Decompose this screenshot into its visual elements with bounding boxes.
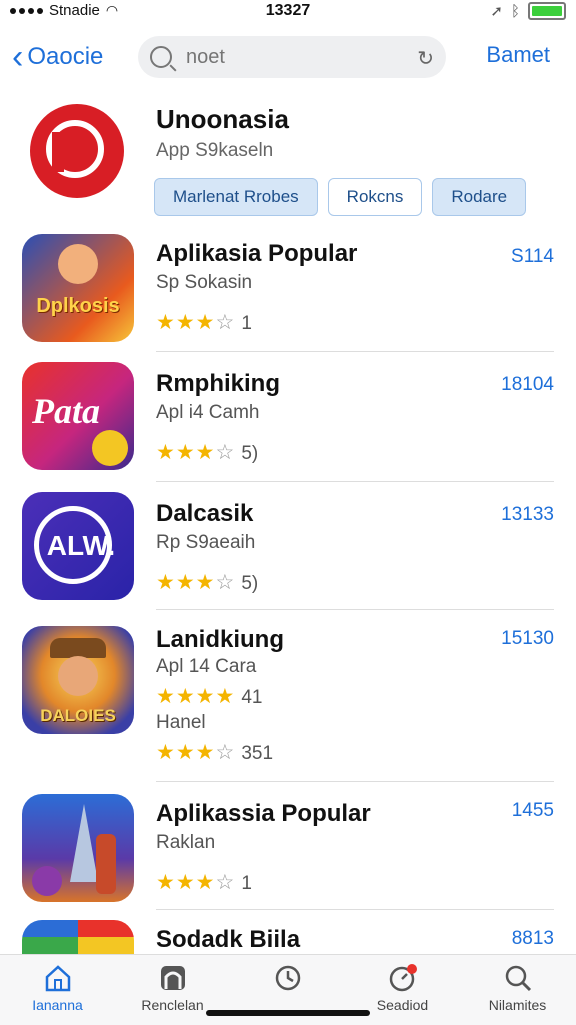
rating-stars: ★★★☆ 5) (156, 441, 259, 464)
tab-apps[interactable]: Renclelan (115, 961, 230, 1013)
chevron-left-icon: ‹ (12, 38, 24, 76)
bluetooth-icon: ᛒ (510, 2, 520, 20)
home-indicator (206, 1010, 370, 1016)
divider (156, 481, 554, 482)
price-button[interactable]: S114 (511, 246, 554, 268)
app-icon-text: Dplkosis (36, 295, 120, 317)
search-bar[interactable]: ↻ (138, 36, 446, 78)
app-subtitle: Apl 14 Cara (156, 656, 257, 677)
price-button[interactable]: 1455 (512, 800, 554, 822)
tab-label: Iananna (32, 997, 83, 1013)
app-icon-text: ALW. (46, 530, 116, 561)
apps-icon (158, 963, 188, 993)
app-subtitle: Raklan (156, 832, 216, 853)
nav-bar: ‹ Oaocie ↻ Bamet (0, 30, 576, 84)
app-name: Aplikasia Popular (156, 240, 358, 267)
divider (156, 351, 554, 352)
price-button[interactable]: 8813 (512, 928, 554, 950)
chip-1[interactable]: Marlenat Rrobes (154, 178, 318, 216)
nav-right-button[interactable]: Bamet (486, 42, 550, 68)
price-button[interactable]: 18104 (501, 374, 554, 396)
location-icon: ➚ (490, 3, 503, 20)
app-icon[interactable]: Pata (22, 362, 134, 470)
app-subtitle-2: Hanel (156, 712, 206, 733)
battery-icon (528, 2, 566, 20)
price-button[interactable]: 13133 (501, 504, 554, 526)
app-name: Rmphiking (156, 370, 280, 397)
app-icon-text: Pata (32, 391, 100, 431)
search-input[interactable] (184, 44, 408, 70)
app-icon-text: DALOIES (40, 706, 116, 725)
featured-title: Unoonasia (156, 104, 289, 134)
search-icon (503, 963, 533, 993)
rating-stars: ★★★★ 41 (156, 685, 263, 708)
tab-more[interactable]: Nilamites (460, 961, 575, 1013)
rating-stars: ★★★☆ 1 (156, 311, 252, 334)
app-name: Lanidkiung (156, 626, 284, 653)
divider (156, 781, 554, 782)
back-button[interactable]: ‹ Oaocie (12, 40, 103, 74)
app-subtitle: Sp Sokasin (156, 272, 253, 293)
app-subtitle: Apl i4 Camh (156, 402, 260, 423)
tab-home[interactable]: Iananna (0, 961, 115, 1013)
search-icon (150, 46, 172, 68)
home-icon (43, 963, 73, 993)
filter-chips: Marlenat Rrobes Rokcns Rodare (154, 178, 527, 216)
reload-icon[interactable]: ↻ (417, 46, 434, 71)
featured-app: Unoonasia App S9kaseln Marlenat Rrobes R… (0, 100, 576, 220)
rating-stars: ★★★☆ 5) (156, 571, 259, 594)
tab-search[interactable]: Seadiod (345, 961, 460, 1013)
app-icon[interactable]: ALW. (22, 492, 134, 600)
back-label: Oaocie (27, 43, 104, 70)
app-name: Sodadk Biila (156, 926, 301, 953)
chip-2[interactable]: Rokcns (327, 178, 423, 216)
price-button[interactable]: 15130 (501, 628, 554, 650)
status-right: ➚ ᛒ (490, 2, 566, 20)
notification-icon (388, 963, 418, 993)
featured-subtitle: App S9kaseln (156, 140, 274, 161)
featured-app-icon[interactable] (30, 104, 124, 198)
tab-label: Nilamites (488, 997, 547, 1013)
app-name: Dalcasik (156, 500, 254, 527)
divider (156, 909, 554, 910)
app-icon[interactable]: DALOIES (22, 626, 134, 734)
rating-stars-2: ★★★☆ 351 (156, 741, 274, 764)
app-name: Aplikassia Popular (156, 800, 371, 827)
divider (156, 609, 554, 610)
app-subtitle: Rp S9aeaih (156, 532, 256, 553)
status-bar: Stnadie ◠ 13327 ➚ ᛒ (0, 0, 576, 24)
rating-stars: ★★★☆ 1 (156, 871, 252, 894)
app-icon[interactable] (22, 794, 134, 902)
chip-3[interactable]: Rodare (432, 178, 527, 216)
app-icon[interactable]: Dplkosis (22, 234, 134, 342)
clock-icon (273, 963, 303, 993)
tab-updates[interactable] (230, 961, 345, 997)
app-icon[interactable] (22, 920, 134, 954)
